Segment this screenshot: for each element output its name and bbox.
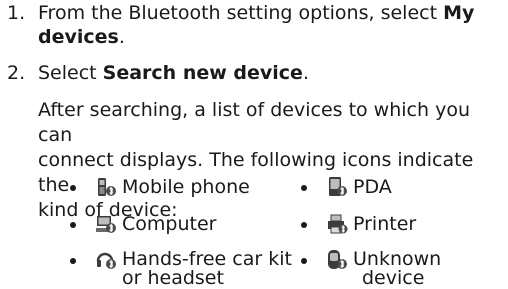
device-type-label: Unknown device	[353, 250, 441, 288]
step-text-part: Select	[38, 62, 103, 84]
step-text: From the Bluetooth setting options, sele…	[38, 1, 503, 49]
device-type-label: Printer	[353, 213, 417, 235]
mobile-phone-icon	[98, 178, 116, 196]
bullet-dot	[301, 222, 307, 228]
description-paragraph: After searching, a list of devices to wh…	[38, 98, 508, 223]
step-text-part: .	[118, 26, 125, 48]
bullet-dot	[301, 258, 307, 264]
headset-icon	[96, 252, 116, 269]
step-number: 1.	[7, 2, 26, 24]
step-text: Select Search new device.	[38, 61, 503, 85]
device-type-label: Hands-free car kit or headset	[122, 250, 292, 288]
step-number: 2.	[7, 62, 26, 84]
bullet-dot	[70, 222, 76, 228]
device-type-label-line: or headset	[122, 267, 224, 289]
device-type-label: Mobile phone	[122, 176, 250, 198]
bullet-dot	[70, 258, 76, 264]
step-bold-part: devices	[38, 26, 119, 48]
device-type-label-line: device	[362, 267, 425, 289]
device-type-label: Computer	[122, 213, 217, 235]
unknown-device-icon	[328, 250, 347, 269]
device-type-label: PDA	[353, 176, 392, 198]
bullet-dot	[301, 185, 307, 191]
paragraph-line: After searching, a list of devices to wh…	[38, 99, 470, 146]
bullet-dot	[70, 185, 76, 191]
computer-icon	[96, 216, 116, 233]
pda-icon	[329, 177, 347, 196]
step-text-part: .	[302, 62, 309, 84]
printer-icon	[328, 214, 348, 234]
step-bold-part: Search new device	[102, 62, 303, 84]
step-text-part: From the Bluetooth setting options, sele…	[38, 2, 444, 24]
step-bold-part: My	[443, 2, 475, 24]
